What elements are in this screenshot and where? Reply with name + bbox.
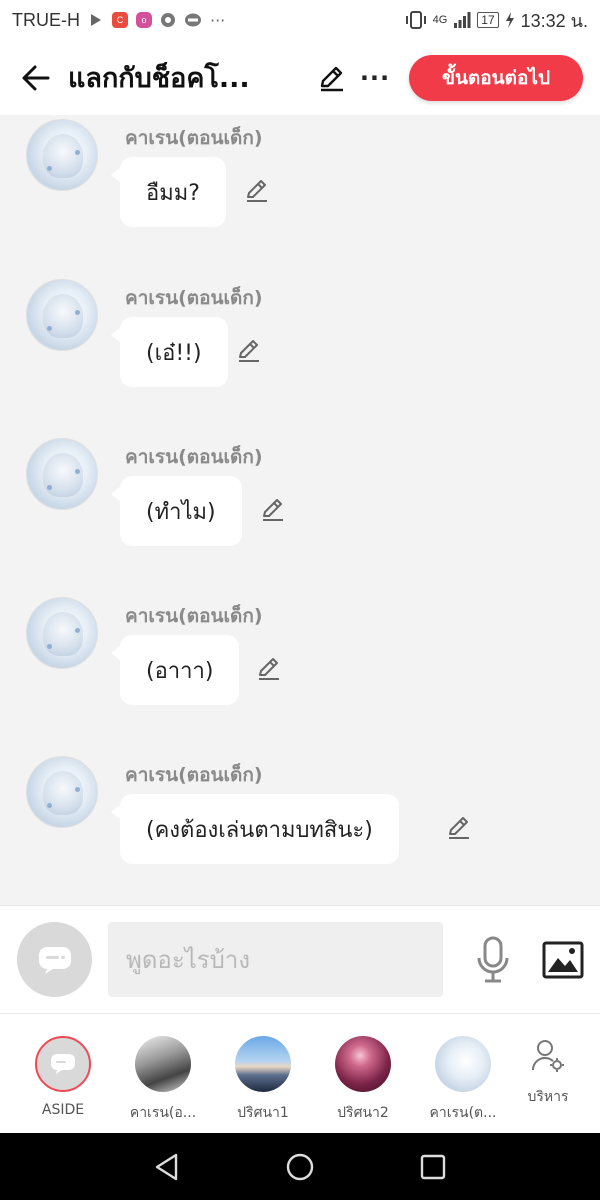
character-prisana2[interactable]: ปริศนา2 xyxy=(318,1036,408,1124)
app-header: แลกกับช็อคโ... ··· ขั้นตอนต่อไป xyxy=(0,40,600,115)
character-bar: ASIDE คาเรน(อ... ปริศนา1 ปริศนา2 คาเรน(ต… xyxy=(0,1013,600,1133)
message-bubble[interactable]: อืมม? xyxy=(111,157,226,227)
message-row: คาเรน(ตอนเด็ก) (เอ๋!!) xyxy=(0,275,600,425)
user-settings-icon xyxy=(531,1040,564,1072)
message-row: คาเรน(ตอนเด็ก) (คงต้องเล่นตามบทสินะ) xyxy=(0,752,600,902)
message-bubble[interactable]: (เอ๋!!) xyxy=(111,317,228,387)
edit-title-button[interactable] xyxy=(315,61,349,95)
recents-square-icon[interactable] xyxy=(416,1150,450,1184)
karen-child-avatar[interactable] xyxy=(26,119,98,191)
message-sender: คาเรน(ตอนเด็ก) xyxy=(125,287,263,309)
karen-child-avatar[interactable] xyxy=(26,438,98,510)
character-label: ปริศนา1 xyxy=(237,1105,289,1121)
play-store-icon xyxy=(91,14,101,26)
karen-child-avatar xyxy=(435,1036,491,1092)
next-step-button[interactable]: ขั้นตอนต่อไป xyxy=(409,54,583,101)
status-right: 4G 17 13:32 น. xyxy=(405,6,588,35)
charging-icon xyxy=(505,12,514,28)
more-options-button[interactable]: ··· xyxy=(357,61,393,95)
arrow-left-icon xyxy=(22,65,50,90)
character-label: คาเรน(อ... xyxy=(129,1105,197,1121)
system-nav-bar xyxy=(0,1133,600,1200)
line-icon xyxy=(185,13,201,27)
edit-message-icon[interactable] xyxy=(446,814,474,842)
back-button[interactable] xyxy=(16,58,56,98)
character-prisana1[interactable]: ปริศนา1 xyxy=(218,1036,308,1124)
c-app-icon: C xyxy=(112,12,128,28)
status-left: TRUE-H C o ··· xyxy=(12,10,225,31)
karen-child-avatar[interactable] xyxy=(26,597,98,669)
pencil-icon xyxy=(320,66,343,91)
edit-message-icon[interactable] xyxy=(256,655,284,683)
battery-indicator: 17 xyxy=(477,12,499,28)
character-karen-o[interactable]: คาเรน(อ... xyxy=(118,1036,208,1124)
message-sender: คาเรน(ตอนเด็ก) xyxy=(125,127,263,149)
karen-child-avatar[interactable] xyxy=(26,279,98,351)
back-triangle-icon[interactable] xyxy=(150,1150,184,1184)
karen-avatar xyxy=(135,1036,191,1092)
character-label: ปริศนา2 xyxy=(337,1105,389,1121)
message-sender: คาเรน(ตอนเด็ก) xyxy=(125,605,263,627)
signal-icon xyxy=(454,12,471,28)
clock: 13:32 น. xyxy=(520,10,588,31)
message-bubble[interactable]: (ทำไม) xyxy=(111,476,242,546)
character-label: คาเรน(ต... xyxy=(429,1105,497,1121)
message-input[interactable] xyxy=(108,922,443,997)
speech-bubble-icon xyxy=(51,1054,75,1074)
mountain-avatar xyxy=(235,1036,291,1092)
message-bubble[interactable]: (อาาา) xyxy=(110,635,240,705)
message-row: คาเรน(ตอนเด็ก) (อาาา) xyxy=(0,593,600,743)
manage-label: บริหาร xyxy=(527,1089,569,1105)
speech-bubble-icon xyxy=(38,946,71,974)
image-icon[interactable] xyxy=(542,940,584,980)
vibrate-icon xyxy=(405,11,426,29)
message-bubble[interactable]: (คงต้องเล่นตามบทสินะ) xyxy=(111,794,399,864)
status-bar: TRUE-H C o ··· 4G 17 13:32 น. xyxy=(0,0,600,40)
message-row: คาเรน(ตอนเด็ก) (ทำไม) xyxy=(0,434,600,584)
chrome-icon xyxy=(161,13,175,27)
microphone-icon[interactable] xyxy=(474,936,512,984)
manage-characters-button[interactable]: บริหาร xyxy=(516,1038,580,1108)
home-circle-icon[interactable] xyxy=(283,1150,317,1184)
character-label: ASIDE xyxy=(41,1102,85,1118)
edit-message-icon[interactable] xyxy=(244,177,272,205)
carrier-label: TRUE-H xyxy=(12,9,80,30)
composer-bar xyxy=(0,905,600,1013)
network-label: 4G xyxy=(432,14,448,26)
character-karen-child[interactable]: คาเรน(ต... xyxy=(418,1036,508,1124)
more-dots-icon: ··· xyxy=(210,10,226,30)
edit-message-icon[interactable] xyxy=(236,337,264,365)
aside-toggle-button[interactable] xyxy=(17,922,92,997)
message-sender: คาเรน(ตอนเด็ก) xyxy=(125,446,263,468)
pink-moon-avatar xyxy=(335,1036,391,1092)
aside-icon xyxy=(35,1036,91,1092)
message-row: คาเรน(ตอนเด็ก) อืมม? xyxy=(0,115,600,265)
instagram-style-icon: o xyxy=(136,12,152,28)
message-sender: คาเรน(ตอนเด็ก) xyxy=(125,764,263,786)
karen-child-avatar[interactable] xyxy=(26,756,98,828)
edit-message-icon[interactable] xyxy=(260,496,288,524)
page-title: แลกกับช็อคโ... xyxy=(68,63,250,94)
character-aside[interactable]: ASIDE xyxy=(18,1036,108,1118)
chat-area[interactable]: คาเรน(ตอนเด็ก) อืมม? คาเรน(ตอนเด็ก) (เอ๋… xyxy=(0,115,600,905)
